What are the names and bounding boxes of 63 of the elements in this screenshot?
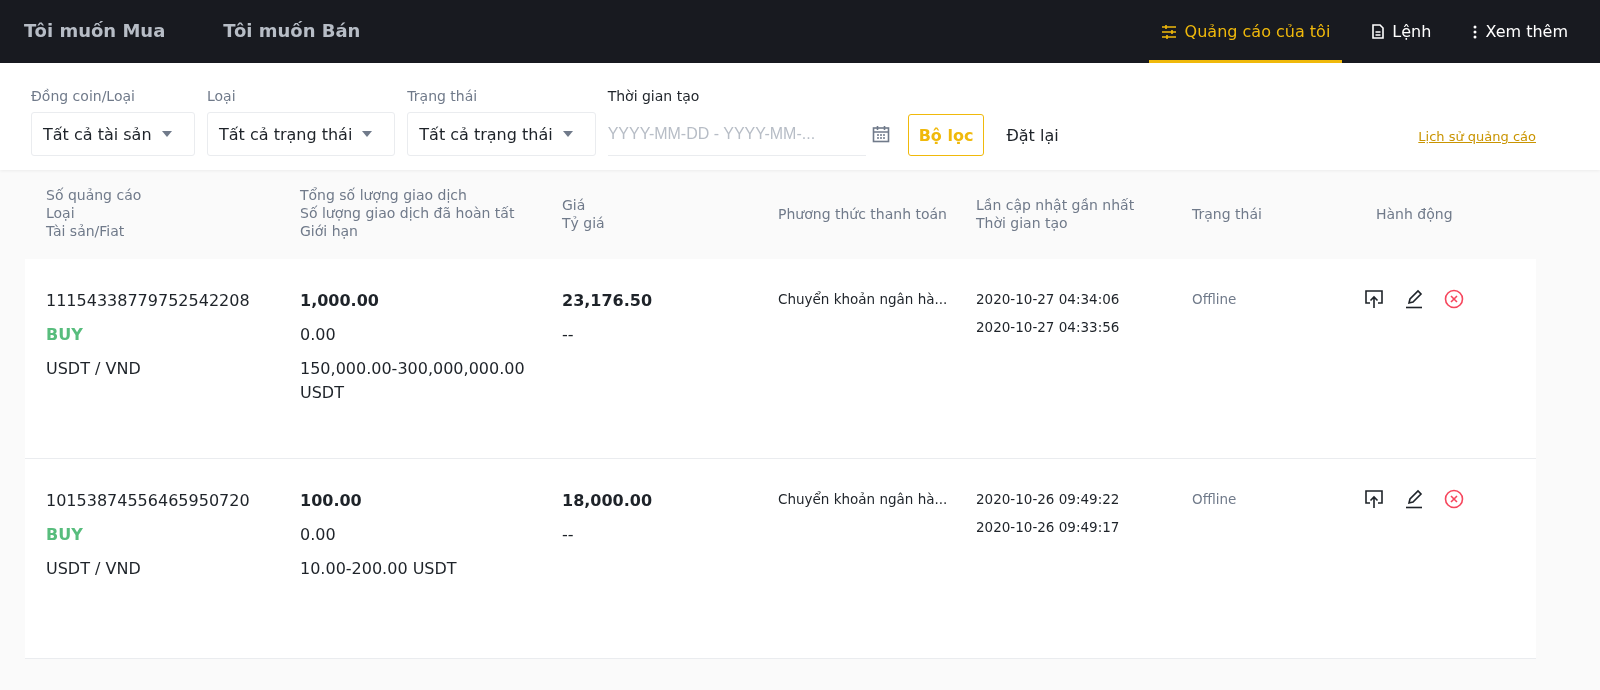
ad-status: Offline xyxy=(1192,490,1237,509)
filter-dropdown[interactable]: Tất cả trạng thái xyxy=(207,112,396,156)
ad-type: BUY xyxy=(46,524,83,546)
caret-icon xyxy=(162,131,172,137)
column-header: Số quảng cáo xyxy=(46,186,142,204)
limit-range: 150,000.00-300,000,000.00 USDT xyxy=(300,358,526,404)
delete-icon[interactable] xyxy=(1444,489,1464,509)
filter-label: Đồng coin/Loại xyxy=(31,88,136,104)
document-icon xyxy=(1372,24,1385,39)
filter-dropdown[interactable]: Tất cả trạng thái xyxy=(407,112,596,156)
column-header: Hành động xyxy=(1376,204,1453,223)
nav-tab[interactable]: Xem thêm xyxy=(1461,0,1580,63)
nav-tab[interactable]: Lệnh xyxy=(1360,0,1444,63)
column-header: Số lượng giao dịch đã hoàn tất xyxy=(300,204,515,222)
price: 18,000.00 xyxy=(562,490,653,512)
column-header: Thời gian tạo xyxy=(976,213,1068,232)
completed-amount: 0.00 xyxy=(300,324,336,346)
nav-tab[interactable]: Tôi muốn Mua xyxy=(8,0,182,63)
payment-method: Chuyển khoản ngân hà... xyxy=(778,290,948,309)
created-time: 2020-10-27 04:33:56 xyxy=(976,318,1120,337)
asset-pair: USDT / VND xyxy=(46,358,141,380)
asset-pair: USDT / VND xyxy=(46,558,141,580)
filter-label: Loại xyxy=(207,88,237,104)
more-icon xyxy=(1473,24,1478,39)
column-header: Phương thức thanh toán xyxy=(778,204,947,223)
column-header: Tỷ giá xyxy=(562,213,605,232)
date-range-field[interactable]: YYYY-MM-DD - YYYY-MM-... xyxy=(607,112,866,156)
created-time: 2020-10-26 09:49:17 xyxy=(976,518,1120,537)
filter-label: Thời gian tạo xyxy=(607,88,701,104)
ad-type: BUY xyxy=(46,324,83,346)
delete-icon[interactable] xyxy=(1444,289,1464,309)
nav-tab[interactable]: Tôi muốn Bán xyxy=(207,0,377,63)
calendar-icon xyxy=(871,125,890,143)
price: 23,176.50 xyxy=(562,290,653,312)
column-header: Giá xyxy=(562,195,586,214)
edit-icon[interactable] xyxy=(1404,289,1424,309)
column-header: Tài sản/Fiat xyxy=(46,222,125,240)
updated-time: 2020-10-27 04:34:06 xyxy=(976,290,1120,309)
sliders-icon xyxy=(1160,24,1177,39)
updated-time: 2020-10-26 09:49:22 xyxy=(976,490,1120,509)
filter-label: Trạng thái xyxy=(407,88,479,104)
ad-status: Offline xyxy=(1192,290,1237,309)
column-header: Loại xyxy=(46,204,75,222)
exchange-rate: -- xyxy=(562,524,574,546)
column-header: Trạng thái xyxy=(1192,204,1262,223)
total-amount: 100.00 xyxy=(300,490,362,512)
upload-icon[interactable] xyxy=(1364,289,1384,309)
ad-number: 11154338779752542208 xyxy=(46,290,250,312)
caret-icon xyxy=(362,131,373,137)
edit-icon[interactable] xyxy=(1404,489,1424,509)
limit-range: 10.00-200.00 USDT xyxy=(300,558,458,580)
upload-icon[interactable] xyxy=(1364,489,1384,509)
filter-dropdown[interactable]: Tất cả tài sản xyxy=(31,112,195,156)
payment-method: Chuyển khoản ngân hà... xyxy=(778,490,948,509)
ad-number: 10153874556465950720 xyxy=(46,490,250,512)
caret-icon xyxy=(562,131,573,137)
column-header: Tổng số lượng giao dịch xyxy=(300,186,467,204)
exchange-rate: -- xyxy=(562,324,574,346)
reset-button[interactable]: Đặt lại xyxy=(996,114,1069,156)
column-header: Giới hạn xyxy=(300,222,358,240)
completed-amount: 0.00 xyxy=(300,524,336,546)
total-amount: 1,000.00 xyxy=(300,290,379,312)
column-header: Lần cập nhật gần nhất xyxy=(976,195,1135,214)
